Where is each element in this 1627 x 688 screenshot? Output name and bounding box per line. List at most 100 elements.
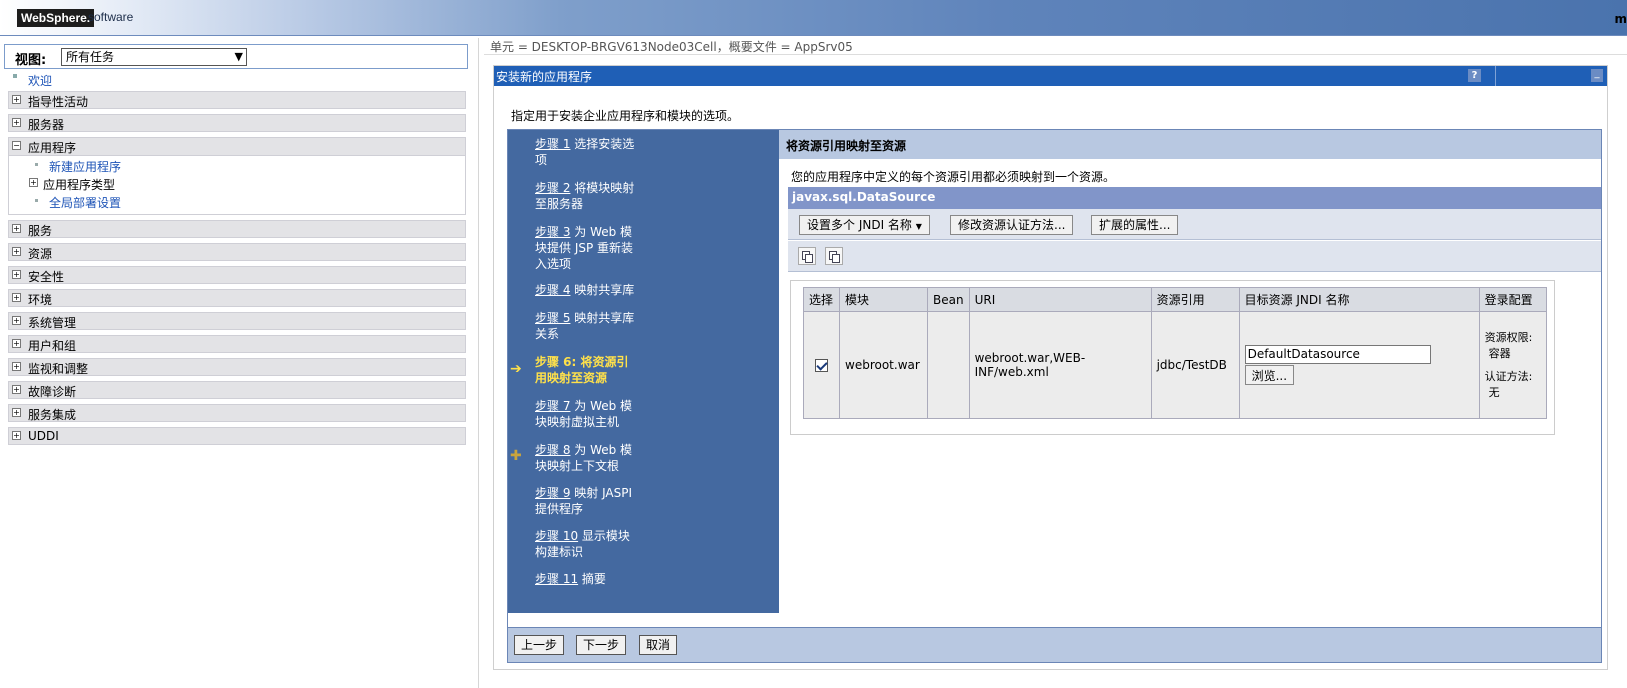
modify-auth-button[interactable]: 修改资源认证方法... [950, 215, 1074, 235]
login-auth-label: 资源权限: [1484, 331, 1533, 344]
new-app-link[interactable]: 新建应用程序 [49, 158, 121, 175]
nav-item-service-integration[interactable]: + 服务集成 [8, 404, 466, 422]
select-all-icon[interactable] [798, 247, 816, 265]
bullet-icon [35, 163, 38, 166]
breadcrumb-divider [484, 54, 1627, 55]
navigation-tree: 视图: 所有任务 ▼ 欢迎 + 指导性活动 + 服务器 − 应用程序 新建应用程序 +… [4, 44, 468, 450]
bullet-icon [13, 74, 17, 78]
table-header-row: 选择 模块 Bean URI 资源引用 目标资源 JNDI 名称 登录配置 [803, 287, 1547, 312]
col-target-jndi[interactable]: 目标资源 JNDI 名称 [1238, 287, 1480, 312]
global-deploy-link[interactable]: 全局部署设置 [49, 194, 121, 211]
expand-icon[interactable]: + [12, 385, 21, 394]
nav-sub-new-app[interactable]: 新建应用程序 [9, 156, 465, 174]
resource-ref-table: 选择 模块 Bean URI 资源引用 目标资源 JNDI 名称 登录配置 we… [803, 287, 1547, 419]
step-7-link[interactable]: 步骤 7 为 Web 模块映射虚拟主机 [535, 398, 660, 430]
expand-icon[interactable]: + [12, 431, 21, 440]
login-method-value: 无 [1488, 386, 1500, 399]
expand-icon[interactable]: + [12, 95, 21, 104]
next-button[interactable]: 下一步 [576, 635, 627, 655]
module-cell: webroot.war [839, 311, 928, 419]
step-3-link[interactable]: 步骤 3 为 Web 模块提供 JSP 重新装 入选项 [535, 224, 660, 272]
login-auth-value: 容器 [1488, 347, 1511, 360]
view-select[interactable]: 所有任务 ▼ [61, 48, 247, 66]
chevron-down-icon: ▼ [234, 50, 243, 63]
step-8-link[interactable]: 步骤 8 为 Web 模块映射上下文根 [535, 442, 660, 474]
expand-icon[interactable]: + [29, 178, 38, 187]
nav-item-troubleshooting[interactable]: + 故障诊断 [8, 381, 466, 399]
col-resource-ref[interactable]: 资源引用 [1150, 287, 1240, 312]
nav-item-system-admin[interactable]: + 系统管理 [8, 312, 466, 330]
step-4-link[interactable]: 步骤 4 映射共享库 [535, 282, 660, 298]
nav-item-services[interactable]: + 服务 [8, 220, 466, 238]
step-5-link[interactable]: 步骤 5 映射共享库 关系 [535, 310, 660, 342]
nav-divider [478, 38, 479, 688]
expand-icon[interactable]: + [12, 270, 21, 279]
expand-icon[interactable]: + [12, 224, 21, 233]
nav-item-applications[interactable]: − 应用程序 [9, 138, 465, 156]
nav-item-uddi[interactable]: + UDDI [8, 427, 466, 445]
step-11-link[interactable]: 步骤 11 摘要 [535, 571, 660, 587]
expand-icon[interactable]: + [12, 118, 21, 127]
view-selector-box: 视图: 所有任务 ▼ [4, 44, 468, 69]
panel-title-bar: 安装新的应用程序 ? _ [494, 66, 1607, 86]
row-select-checkbox[interactable] [815, 359, 828, 372]
welcome-link[interactable]: 欢迎 [28, 72, 52, 89]
bean-cell [927, 311, 970, 419]
nav-item-security[interactable]: + 安全性 [8, 266, 466, 284]
col-bean[interactable]: Bean [927, 287, 970, 312]
selection-toolbar [788, 241, 1601, 272]
expand-icon[interactable]: + [12, 247, 21, 256]
nav-item-monitoring[interactable]: + 监视和调整 [8, 358, 466, 376]
login-config-cell: 资源权限: 容器 认证方法: 无 [1478, 311, 1547, 419]
browse-button[interactable]: 浏览... [1244, 365, 1295, 385]
deselect-all-icon[interactable] [825, 247, 843, 265]
collapse-icon[interactable]: − [12, 141, 21, 150]
step-9-link[interactable]: 步骤 9 映射 JASPI 提供程序 [535, 485, 660, 517]
websphere-logo: WebSphere. [17, 9, 95, 27]
breadcrumb: 单元 = DESKTOP-BRGV613Node03Cell，概要文件 = Ap… [490, 40, 853, 54]
nav-item-resources[interactable]: + 资源 [8, 243, 466, 261]
nav-sub-app-types[interactable]: + 应用程序类型 [9, 174, 465, 192]
nav-item-users-groups[interactable]: + 用户和组 [8, 335, 466, 353]
expand-icon[interactable]: + [12, 293, 21, 302]
expand-icon[interactable]: + [12, 408, 21, 417]
content-description: 您的应用程序中定义的每个资源引用都必须映射到一个资源。 [791, 170, 1116, 184]
nav-welcome[interactable]: 欢迎 [4, 69, 468, 91]
view-label: 视图: [15, 53, 47, 68]
jndi-name-input[interactable]: DefaultDatasource [1244, 345, 1431, 364]
step-2-link[interactable]: 步骤 2 将模块映射 至服务器 [535, 180, 660, 212]
action-toolbar: 设置多个 JNDI 名称 ▼ 修改资源认证方法... 扩展的属性... [788, 209, 1601, 240]
nav-group-applications: − 应用程序 新建应用程序 + 应用程序类型 全局部署设置 [8, 137, 466, 215]
jndi-cell: DefaultDatasource 浏览... [1238, 311, 1480, 419]
select-cell [803, 311, 840, 419]
nav-item-environment[interactable]: + 环境 [8, 289, 466, 307]
expand-icon[interactable]: + [12, 316, 21, 325]
col-uri[interactable]: URI [968, 287, 1152, 312]
table-container: 选择 模块 Bean URI 资源引用 目标资源 JNDI 名称 登录配置 we… [790, 280, 1555, 435]
step-content: 将资源引用映射至资源 您的应用程序中定义的每个资源引用都必须映射到一个资源。 j… [779, 130, 1601, 613]
nav-sub-global-deploy[interactable]: 全局部署设置 [9, 192, 465, 210]
current-step-arrow-icon: ➔ [510, 361, 522, 377]
set-jndi-button[interactable]: 设置多个 JNDI 名称 ▼ [799, 215, 930, 235]
wizard-footer: 上一步 下一步 取消 [507, 628, 1602, 663]
expand-icon[interactable]: + [12, 339, 21, 348]
expand-icon[interactable]: + [12, 362, 21, 371]
app-header: WebSphere. software m [0, 0, 1627, 36]
table-row: webroot.war webroot.war,WEB-INF/web.xml … [803, 311, 1547, 419]
step-1-link[interactable]: 步骤 1 选择安装选项 [535, 136, 660, 168]
nav-item-guided[interactable]: + 指导性活动 [8, 91, 466, 109]
previous-button[interactable]: 上一步 [514, 635, 565, 655]
cancel-button[interactable]: 取消 [639, 635, 678, 655]
col-module[interactable]: 模块 [839, 287, 928, 312]
step-6-current: 步骤 6: 将资源引 用映射至资源 [535, 355, 629, 385]
content-title: 将资源引用映射至资源 [779, 130, 1601, 159]
minimize-icon[interactable]: _ [1591, 69, 1603, 82]
extended-props-button[interactable]: 扩展的属性... [1091, 215, 1179, 235]
col-select[interactable]: 选择 [803, 287, 840, 312]
resource-ref-cell: jdbc/TestDB [1150, 311, 1240, 419]
nav-item-servers[interactable]: + 服务器 [8, 114, 466, 132]
view-select-value: 所有任务 [66, 50, 115, 64]
step-10-link[interactable]: 步骤 10 显示模块 构建标识 [535, 528, 660, 560]
help-icon[interactable]: ? [1468, 69, 1481, 82]
col-login-config[interactable]: 登录配置 [1478, 287, 1547, 312]
